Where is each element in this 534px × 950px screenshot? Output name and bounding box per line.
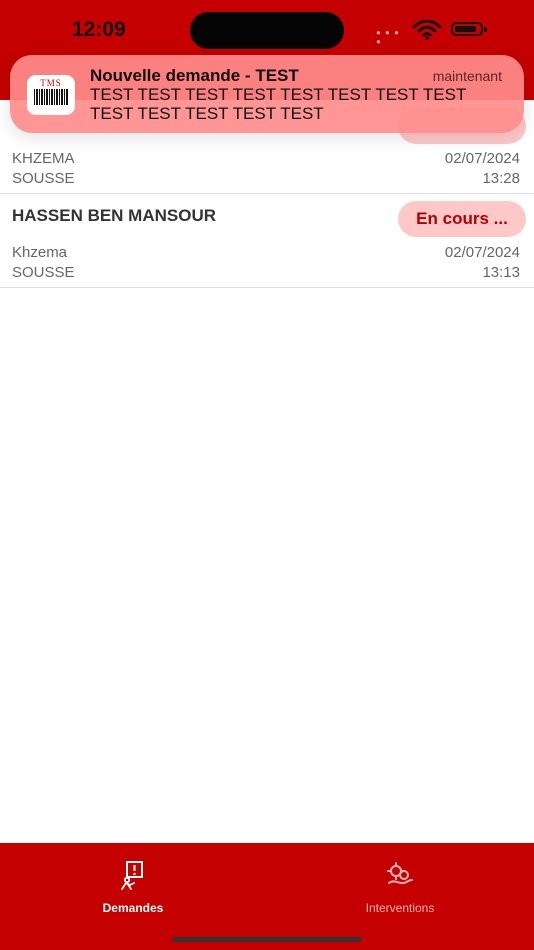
notification-body: TEST TEST TEST TEST TEST TEST TEST TEST … bbox=[90, 85, 467, 123]
request-place: KHZEMA bbox=[12, 150, 75, 167]
push-notification[interactable]: TMS Nouvelle demande - TEST maintenant T… bbox=[10, 55, 524, 133]
app-logo-text: TMS bbox=[40, 78, 62, 88]
request-time: 13:13 bbox=[482, 264, 520, 281]
gears-hand-icon bbox=[387, 862, 413, 885]
battery-cap bbox=[484, 27, 487, 32]
tab-demandes-label: Demandes bbox=[102, 901, 164, 915]
request-form-icon bbox=[121, 861, 143, 890]
bottom-tab-bar: Demandes Interventions bbox=[0, 843, 534, 950]
request-place: Khzema bbox=[12, 244, 68, 261]
wifi-icon bbox=[412, 20, 442, 40]
status-icons: ● ● ● ● bbox=[376, 18, 488, 46]
tab-interventions-label: Interventions bbox=[365, 901, 435, 915]
request-date: 02/07/2024 bbox=[444, 244, 520, 261]
notification-time: maintenant bbox=[432, 68, 502, 84]
app-logo-icon: TMS bbox=[27, 75, 75, 115]
request-time: 13:28 bbox=[482, 170, 520, 187]
request-date: 02/07/2024 bbox=[444, 150, 520, 167]
home-indicator[interactable] bbox=[172, 937, 362, 942]
status-time: 12:09 bbox=[72, 18, 126, 41]
dynamic-island bbox=[190, 12, 344, 49]
tab-interventions[interactable]: Interventions bbox=[310, 861, 490, 921]
battery-icon bbox=[451, 22, 483, 36]
barcode-icon bbox=[34, 89, 68, 105]
tab-demandes[interactable]: Demandes bbox=[43, 861, 223, 921]
request-city: SOUSSE bbox=[12, 264, 75, 281]
request-city: SOUSSE bbox=[12, 170, 75, 187]
notification-title: Nouvelle demande - TEST bbox=[90, 66, 299, 85]
list-item[interactable]: HASSEN BEN MANSOUR En cours ... Khzema S… bbox=[0, 194, 534, 288]
request-client-name: HASSEN BEN MANSOUR bbox=[12, 206, 217, 225]
status-badge[interactable]: En cours ... bbox=[398, 201, 526, 237]
signal-dots-icon: ● ● ● ● bbox=[376, 28, 400, 46]
